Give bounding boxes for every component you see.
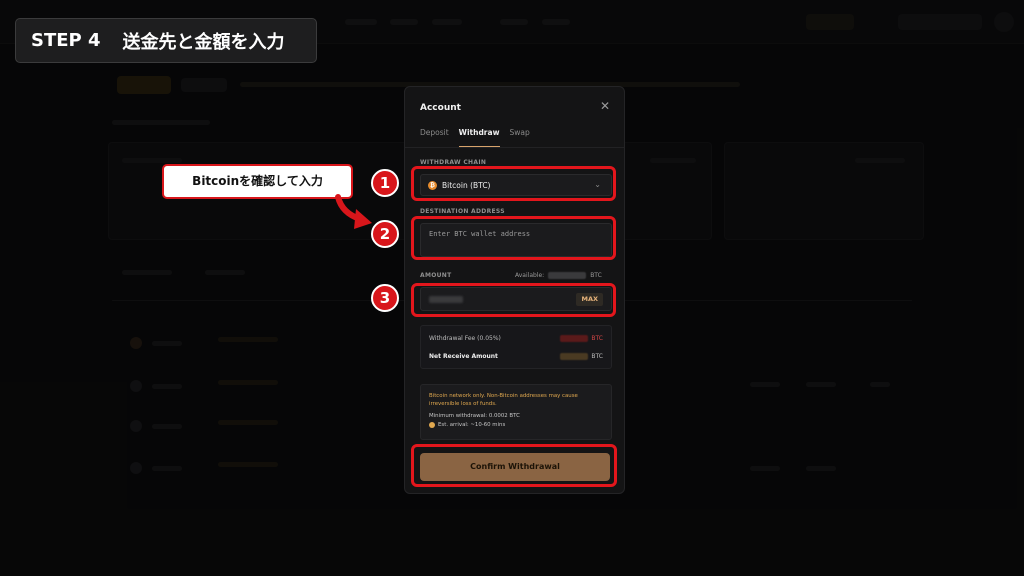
modal-title: Account (420, 103, 461, 113)
destination-address-label: DESTINATION ADDRESS (420, 208, 505, 215)
close-icon[interactable]: ✕ (599, 100, 611, 112)
network-warning: Bitcoin network only. Non-Bitcoin addres… (429, 393, 578, 407)
net-amount-blurred (560, 353, 589, 360)
callout-arrow-icon (335, 194, 372, 229)
highlight-amount (411, 283, 616, 317)
step-label: STEP 4 送金先と金額を入力 (15, 18, 317, 63)
available-amount-blurred (548, 272, 587, 279)
highlight-confirm-button (411, 444, 617, 487)
available-balance: Available: BTC (515, 272, 602, 279)
amount-label: AMOUNT (420, 272, 452, 279)
estimated-arrival: Est. arrival: ~10-60 mins (429, 421, 603, 429)
minimum-withdrawal: Minimum withdrawal: 0.0002 BTC (429, 413, 520, 419)
net-receive-row: Net Receive Amount BTC (429, 353, 603, 360)
fee-amount-blurred (560, 335, 589, 342)
available-unit: BTC (590, 272, 602, 279)
fee-unit: BTC (591, 335, 603, 342)
highlight-destination-address (411, 216, 616, 260)
available-label: Available: (515, 272, 545, 279)
callout-bitcoin-instruction: Bitcoinを確認して入力 (162, 164, 353, 199)
net-receive-label: Net Receive Amount (429, 353, 498, 360)
network-notice: Bitcoin network only. Non-Bitcoin addres… (420, 384, 612, 440)
estimated-arrival-text: Est. arrival: ~10-60 mins (438, 422, 506, 428)
modal-tabs: Deposit Withdraw Swap (420, 127, 530, 149)
tab-withdraw[interactable]: Withdraw (458, 127, 500, 147)
net-unit: BTC (591, 353, 603, 360)
net-receive-value: BTC (560, 353, 603, 360)
highlight-chain-select (411, 166, 616, 201)
step-number: STEP 4 (31, 30, 101, 51)
withdrawal-fee-value: BTC (560, 335, 603, 342)
step-title: 送金先と金額を入力 (122, 31, 285, 53)
step-badge-3: 3 (371, 284, 399, 312)
tab-divider (405, 147, 624, 148)
tab-swap[interactable]: Swap (510, 127, 530, 147)
clock-icon (429, 422, 435, 428)
withdrawal-fee-label: Withdrawal Fee (0.05%) (429, 335, 501, 342)
fee-row: Withdrawal Fee (0.05%) BTC (429, 335, 603, 342)
fee-summary: Withdrawal Fee (0.05%) BTC Net Receive A… (420, 325, 612, 369)
withdraw-chain-label: WITHDRAW CHAIN (420, 159, 487, 166)
step-badge-1: 1 (371, 169, 399, 197)
tab-deposit[interactable]: Deposit (420, 127, 449, 147)
